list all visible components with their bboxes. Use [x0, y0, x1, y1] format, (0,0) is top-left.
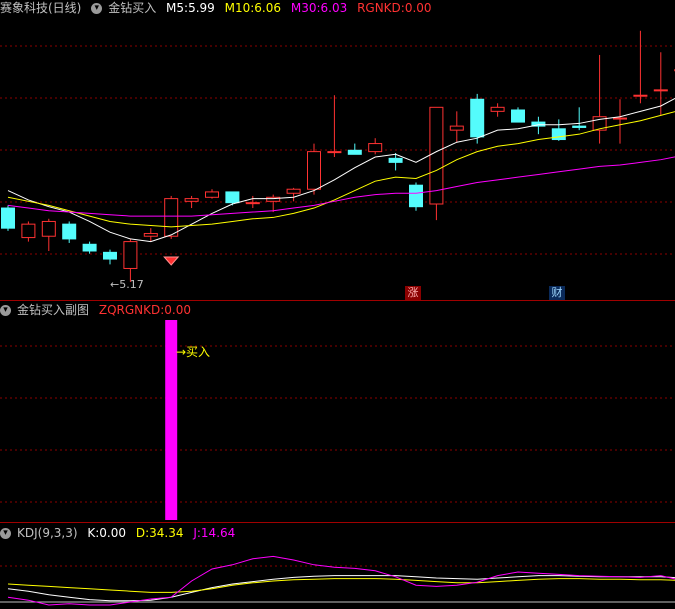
diamond-icon [163, 256, 180, 266]
candle-up [143, 233, 158, 237]
candlestick-panel [1, 30, 675, 282]
candle-up [327, 151, 342, 154]
candle-up [490, 106, 505, 112]
buy-signal-label: →买入 [176, 345, 211, 359]
kdj-panel [0, 555, 675, 606]
candle-down [82, 243, 97, 252]
candle-down [572, 125, 587, 128]
ma-line-m10 [7, 111, 675, 228]
candle-up [368, 143, 383, 153]
candle-down [103, 251, 117, 260]
candle-down [388, 157, 403, 163]
stock-chart[interactable] [0, 0, 675, 609]
low-price-label: ←5.17 [110, 278, 144, 291]
candle-up [613, 117, 627, 120]
ma-line-m5 [7, 97, 675, 243]
cai-badge[interactable]: 财 [549, 286, 565, 300]
candle-up [633, 94, 648, 97]
candle-down [1, 207, 15, 229]
candle-up [653, 89, 668, 92]
candle-down [62, 223, 77, 240]
kdj-line-j [7, 555, 675, 606]
candle-up [41, 220, 56, 237]
zhang-badge[interactable]: 涨 [405, 286, 421, 300]
candle-down [347, 149, 362, 155]
ma-line-m30 [7, 156, 675, 217]
candle-up [307, 151, 321, 190]
candle-up [286, 188, 301, 194]
kdj-line-k [7, 575, 675, 602]
candle-up [205, 191, 219, 198]
candle-down [470, 98, 485, 138]
candle-up [184, 198, 199, 202]
candle-up [449, 125, 464, 131]
candle-up [164, 198, 179, 237]
kdj-line-d [7, 578, 675, 593]
candle-down [409, 184, 423, 208]
candle-down [511, 109, 525, 123]
candle-up [21, 223, 36, 239]
candle-down [225, 191, 240, 204]
candle-up [123, 241, 138, 269]
candle-up [245, 202, 260, 205]
